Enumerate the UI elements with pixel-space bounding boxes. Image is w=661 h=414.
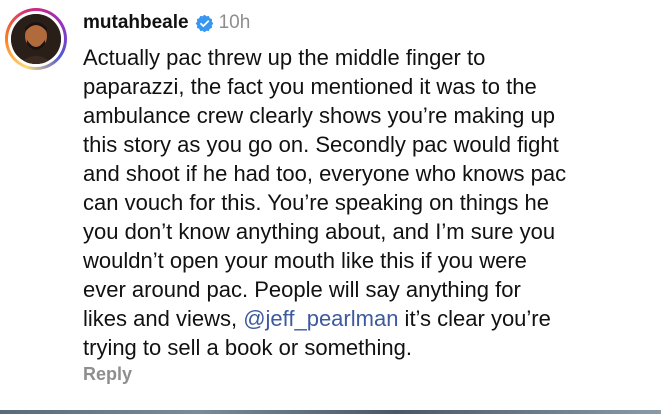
- comment-text: Actually pac threw up the middle finger …: [83, 43, 653, 362]
- comment-header: mutahbeale 10h: [83, 10, 250, 36]
- comment-line-segment: likes and views,: [83, 306, 244, 331]
- comment-timestamp: 10h: [218, 12, 251, 33]
- comment-line: this story as you go on. Secondly pac wo…: [83, 132, 559, 157]
- reply-button[interactable]: Reply: [83, 364, 132, 385]
- avatar-image: [11, 14, 61, 64]
- comment-line: wouldn’t open your mouth like this if yo…: [83, 248, 527, 273]
- avatar[interactable]: [11, 14, 61, 64]
- comment-line: ambulance crew clearly shows you’re maki…: [83, 103, 555, 128]
- username[interactable]: mutahbeale: [83, 12, 189, 34]
- comment: mutahbeale 10h Actually pac threw up the…: [0, 0, 661, 414]
- comment-line: trying to sell a book or something.: [83, 335, 412, 360]
- comment-line: ever around pac. People will say anythin…: [83, 277, 521, 302]
- avatar-story-ring[interactable]: [5, 8, 67, 70]
- comment-line: can vouch for this. You’re speaking on t…: [83, 190, 549, 215]
- comment-line: and shoot if he had too, everyone who kn…: [83, 161, 567, 186]
- verified-badge-icon: [195, 14, 214, 33]
- next-item-edge: [0, 410, 661, 414]
- mention-link[interactable]: @jeff_pearlman: [243, 306, 398, 331]
- comment-line-segment: it’s clear you’re: [398, 306, 551, 331]
- comment-line: paparazzi, the fact you mentioned it was…: [83, 74, 537, 99]
- avatar-ring-gap: [8, 11, 64, 67]
- comment-line: Actually pac threw up the middle finger …: [83, 45, 486, 70]
- comment-line-with-mention: likes and views, @jeff_pearlman it’s cle…: [83, 304, 653, 333]
- comment-line: you don’t know anything about, and I’m s…: [83, 219, 556, 244]
